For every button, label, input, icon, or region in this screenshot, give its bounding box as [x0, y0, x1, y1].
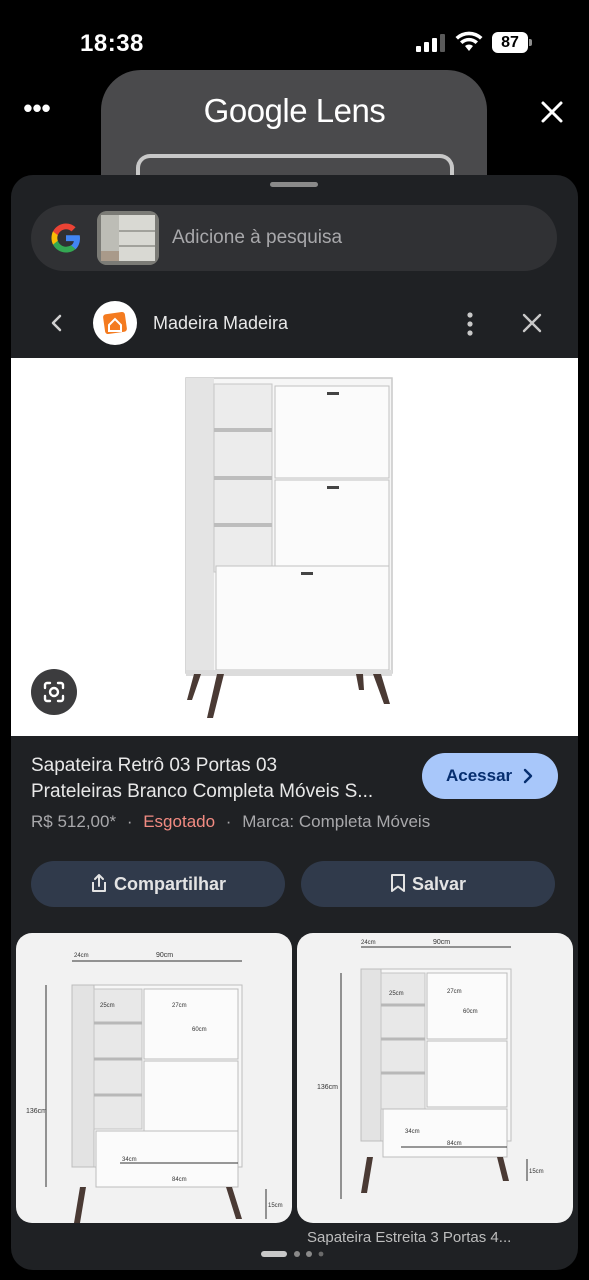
dim-inner: 60cm	[192, 1027, 207, 1033]
dim-height: 136cm	[26, 1108, 47, 1115]
close-icon[interactable]	[536, 96, 568, 128]
page-indicator	[261, 1251, 324, 1257]
battery-level: 87	[492, 32, 528, 53]
battery-icon: 87	[492, 32, 532, 53]
bookmark-icon	[390, 874, 405, 892]
product-price: R$ 512,00*	[31, 812, 117, 831]
related-result-card[interactable]: 90cm 24cm 25cm 27cm 60cm 136cm 34cm 84cm…	[16, 933, 292, 1223]
lens-search-icon[interactable]	[31, 669, 77, 715]
source-header: Madeira Madeira	[11, 295, 578, 355]
dim-side: 24cm	[74, 953, 89, 959]
product-brand: Marca: Completa Móveis	[242, 812, 431, 831]
dim-shelf: 25cm	[100, 1003, 115, 1009]
related-caption[interactable]: Sapateira Estreita 3 Portas 4...	[307, 1229, 547, 1246]
close-result-icon[interactable]	[520, 311, 544, 335]
product-image[interactable]	[11, 358, 578, 736]
product-title-line1: Sapateira Retrô 03 Portas 03	[31, 755, 278, 776]
dim-side: 24cm	[361, 940, 376, 946]
meta-separator: ·	[126, 812, 133, 831]
wifi-icon	[455, 31, 483, 51]
dim-lower: 34cm	[122, 1157, 137, 1163]
dim-width: 90cm	[156, 952, 173, 959]
meta-separator: ·	[225, 812, 232, 831]
dim-door: 27cm	[172, 1003, 187, 1009]
dim-shelf: 25cm	[389, 991, 404, 997]
app-title: Google Lens	[203, 92, 386, 129]
sheet-drag-handle[interactable]	[270, 182, 318, 187]
status-bar: 18:38 87	[0, 0, 589, 80]
google-logo-icon	[51, 223, 80, 253]
add-to-search-bar[interactable]: Adicione à pesquisa	[31, 205, 557, 271]
dim-leg: 15cm	[529, 1169, 544, 1175]
more-options-icon[interactable]: •••	[22, 95, 52, 126]
site-name[interactable]: Madeira Madeira	[153, 313, 288, 334]
share-label: Compartilhar	[113, 874, 227, 894]
site-logo-icon	[93, 301, 137, 345]
access-label: Acessar	[446, 766, 513, 785]
results-sheet: Adicione à pesquisa Madeira Madeira Sapa…	[11, 175, 578, 1270]
share-icon	[91, 874, 106, 892]
dim-height: 136cm	[317, 1084, 338, 1091]
clock: 18:38	[80, 30, 144, 57]
related-result-card[interactable]: 90cm 24cm 25cm 27cm 60cm 136cm 34cm 84cm…	[297, 933, 573, 1223]
access-button[interactable]: Acessar	[422, 753, 558, 799]
search-image-thumbnail[interactable]	[97, 211, 159, 265]
back-chevron-icon[interactable]	[45, 311, 69, 335]
cellular-signal-icon	[416, 34, 445, 52]
dim-lower: 34cm	[405, 1129, 420, 1135]
save-label: Salvar	[411, 874, 467, 894]
dim-door: 27cm	[447, 989, 462, 995]
product-title-line2: Prateleiras Branco Completa Móveis S...	[31, 781, 374, 802]
search-placeholder: Adicione à pesquisa	[172, 227, 343, 248]
dim-width: 90cm	[433, 939, 450, 946]
dim-base: 84cm	[447, 1141, 462, 1147]
share-button[interactable]: Compartilhar	[31, 861, 285, 907]
chevron-right-icon	[523, 768, 533, 784]
dim-inner: 60cm	[463, 1009, 478, 1015]
dim-base: 84cm	[172, 1177, 187, 1183]
availability-status: Esgotado	[143, 812, 216, 831]
kebab-menu-icon[interactable]	[460, 311, 480, 337]
save-button[interactable]: Salvar	[301, 861, 555, 907]
product-title[interactable]: Sapateira Retrô 03 Portas 03 Prateleiras…	[31, 753, 411, 805]
dim-leg: 15cm	[268, 1203, 283, 1209]
product-meta: R$ 512,00* · Esgotado · Marca: Completa …	[31, 812, 430, 832]
